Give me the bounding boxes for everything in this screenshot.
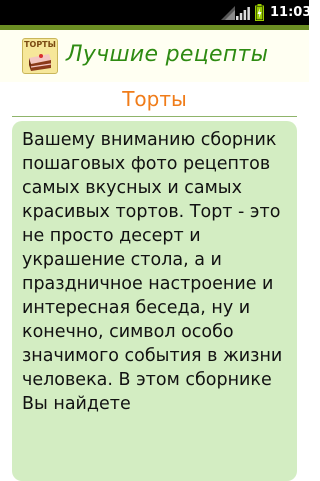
page-title: Торты: [122, 87, 187, 111]
description-card[interactable]: Вашему вниманию сборник пошаговых фото р…: [12, 121, 297, 481]
logo-caption: ТОРТЫ: [24, 40, 56, 49]
app-header: ТОРТЫ Лучшие рецепты: [0, 30, 309, 82]
app-title: Лучшие рецепты: [66, 42, 269, 67]
status-bar: 11:03: [0, 0, 312, 25]
cake-slice-icon: [29, 54, 52, 71]
page-title-bar: Торты: [0, 82, 309, 118]
cell-signal-icon: [236, 7, 250, 20]
description-text: Вашему вниманию сборник пошаговых фото р…: [22, 130, 283, 414]
wifi-icon: [221, 6, 235, 20]
title-divider: [12, 116, 297, 117]
cake-logo-icon: ТОРТЫ: [22, 38, 58, 74]
battery-charging-icon: [255, 4, 264, 21]
status-time: 11:03: [270, 5, 312, 20]
